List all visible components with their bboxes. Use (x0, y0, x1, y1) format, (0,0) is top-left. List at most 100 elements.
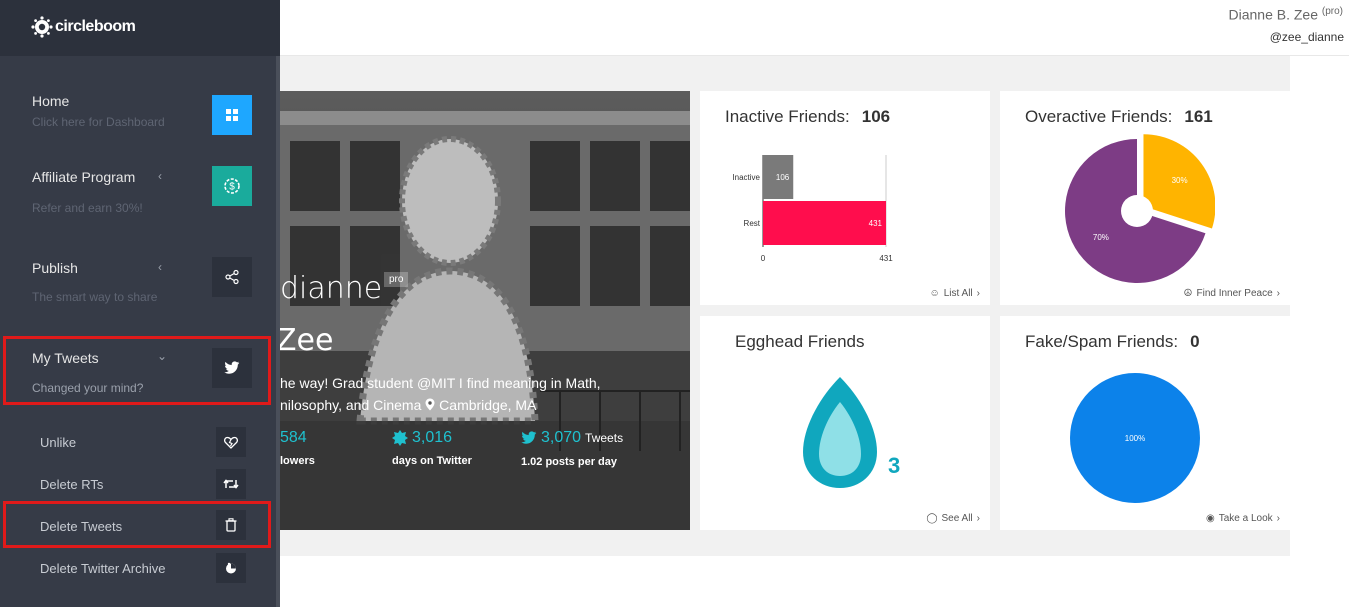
overactive-pie-chart: 30% 70% (1065, 134, 1215, 283)
card-title: Overactive Friends: 161 (1025, 107, 1213, 127)
circleboom-logo-icon (31, 16, 53, 38)
link-label: See All (941, 513, 973, 524)
x-tick-label: 0 (761, 254, 766, 263)
overactive-count: 161 (1184, 107, 1213, 126)
tweets-word: Tweets (585, 431, 624, 445)
pie-hole (1121, 195, 1153, 227)
tweets-count: 3,070 (541, 429, 582, 446)
user-menu[interactable]: Dianne B. Zee (pro) (1228, 6, 1343, 23)
sidebar-subitem-unlike[interactable]: Unlike (0, 422, 276, 462)
sidebar-item-affiliate[interactable]: Affiliate Program ‹ Refer and earn 30%! … (0, 166, 276, 226)
take-a-look-link[interactable]: ◉ Take a Look › (1206, 513, 1280, 524)
share-icon (212, 257, 252, 297)
inactive-count: 106 (861, 107, 891, 126)
pie-slice-label: 30% (1172, 176, 1188, 185)
egghead-title: Egghead Friends (735, 332, 865, 351)
user-name: Dianne B. Zee (1228, 6, 1318, 23)
fake-title: Fake/Spam Friends: (1025, 332, 1179, 351)
bio-line-2: nilosophy, and Cinema Cambridge, MA (280, 394, 680, 416)
sidebar-item-publish[interactable]: Publish ‹ The smart way to share (0, 257, 276, 317)
grid-icon (212, 95, 252, 135)
card-title: Inactive Friends: 106 (725, 107, 890, 127)
category-label: Inactive (732, 173, 760, 182)
subitem-label: Delete Twitter Archive (40, 561, 166, 576)
sidebar: circleboom Home Click here for Dashboard… (0, 0, 280, 607)
profile-first-name: dianne (280, 271, 383, 306)
location-pin-icon (425, 395, 435, 411)
smile-icon: ☺ (929, 288, 940, 299)
twitter-bird-icon (521, 431, 537, 444)
chevron-right-icon: › (1276, 513, 1280, 524)
category-label: Rest (744, 219, 761, 228)
sidebar-item-title: Home (32, 93, 70, 109)
egghead-count: 3 (888, 453, 901, 478)
svg-text:$: $ (229, 182, 235, 193)
followers-label: lowers (280, 455, 315, 467)
brand-name: circleboom (55, 18, 136, 35)
sidebar-header: circleboom (0, 0, 280, 56)
bio-line: nilosophy, and Cinema (280, 397, 422, 413)
sidebar-item-subtitle: Click here for Dashboard (32, 115, 165, 129)
subitem-label: Delete RTs (40, 477, 104, 492)
brand-logo[interactable]: circleboom (31, 16, 136, 38)
chevron-left-icon: ‹ (158, 169, 162, 183)
chevron-right-icon: › (976, 288, 980, 299)
badge-icon (392, 430, 408, 446)
sidebar-item-subtitle: The smart way to share (32, 290, 158, 304)
chevron-right-icon: › (1276, 288, 1280, 299)
followers-count: 584 (280, 429, 307, 446)
inactive-bar-chart: Inactive 106 Rest 431 0 431 (732, 155, 893, 263)
list-all-link[interactable]: ☺ List All › (930, 288, 980, 299)
sidebar-item-home[interactable]: Home Click here for Dashboard (0, 90, 276, 140)
overactive-friends-card: Overactive Friends: 161 30% 70% ☮ Find Inn… (1000, 91, 1290, 305)
sidebar-item-subtitle: Refer and earn 30%! (32, 201, 143, 215)
link-label: Take a Look (1218, 513, 1273, 524)
egg-icon (803, 377, 877, 488)
highlight-box (3, 336, 271, 405)
retweet-icon (216, 469, 246, 499)
sidebar-item-title: Publish (32, 260, 78, 276)
card-title: Fake/Spam Friends: 0 (1025, 332, 1200, 352)
bio-line: he way! Grad student @MIT I find meaning… (280, 375, 601, 391)
posts-per-day-label: 1.02 posts per day (521, 456, 617, 468)
x-tick-label: 431 (879, 254, 893, 263)
chevron-left-icon: ‹ (158, 260, 162, 274)
archive-icon (216, 553, 246, 583)
link-label: List All (943, 288, 973, 299)
fake-spam-pie-chart: 100% (1070, 373, 1200, 503)
dollar-gear-icon: $ (212, 166, 252, 206)
find-inner-peace-link[interactable]: ☮ Find Inner Peace › (1184, 288, 1280, 299)
egg-small-icon: ◯ (926, 513, 938, 524)
sidebar-item-title: Affiliate Program (32, 169, 136, 185)
highlight-box (3, 501, 271, 548)
subitem-label: Unlike (40, 435, 77, 450)
pie-slice-label: 70% (1093, 233, 1109, 242)
peace-icon: ☮ (1183, 288, 1193, 299)
fake-count: 0 (1190, 332, 1200, 351)
profile-card: dianne pro Zee he way! Grad student @MIT… (280, 91, 690, 530)
overactive-title: Overactive Friends: (1025, 107, 1173, 126)
sidebar-subitem-delete-rts[interactable]: Delete RTs (0, 464, 276, 504)
eye-icon: ◉ (1205, 513, 1215, 524)
bar-rest (763, 201, 886, 245)
profile-last-name: Zee (280, 323, 334, 358)
tweets-stat: 3,070 Tweets (521, 429, 623, 447)
bar-value-label: 106 (776, 173, 790, 182)
inactive-friends-card: Inactive Friends: 106 Inactive 106 Rest 431 0… (700, 91, 990, 305)
days-stat: 3,016 (392, 429, 452, 447)
pie-slice-label: 100% (1125, 434, 1145, 443)
bar-value-label: 431 (869, 219, 883, 228)
fake-spam-friends-card: Fake/Spam Friends: 0 100% ◉ Take a Look › (1000, 316, 1290, 530)
broken-heart-icon (216, 427, 246, 457)
user-handle: @zee_dianne (1269, 30, 1344, 44)
inactive-title: Inactive Friends: (725, 107, 850, 126)
sidebar-subitem-delete-archive[interactable]: Delete Twitter Archive (0, 548, 276, 588)
days-count: 3,016 (412, 429, 453, 446)
profile-location: Cambridge, MA (439, 397, 537, 413)
egghead-friends-card: Egghead Friends 3 ◯ See All › (700, 316, 990, 530)
see-all-link[interactable]: ◯ See All › (926, 513, 980, 524)
pro-badge: (pro) (1321, 6, 1343, 17)
profile-bio: he way! Grad student @MIT I find meaning… (280, 372, 680, 416)
profile-cover-image (280, 91, 690, 530)
days-label: days on Twitter (392, 455, 472, 467)
